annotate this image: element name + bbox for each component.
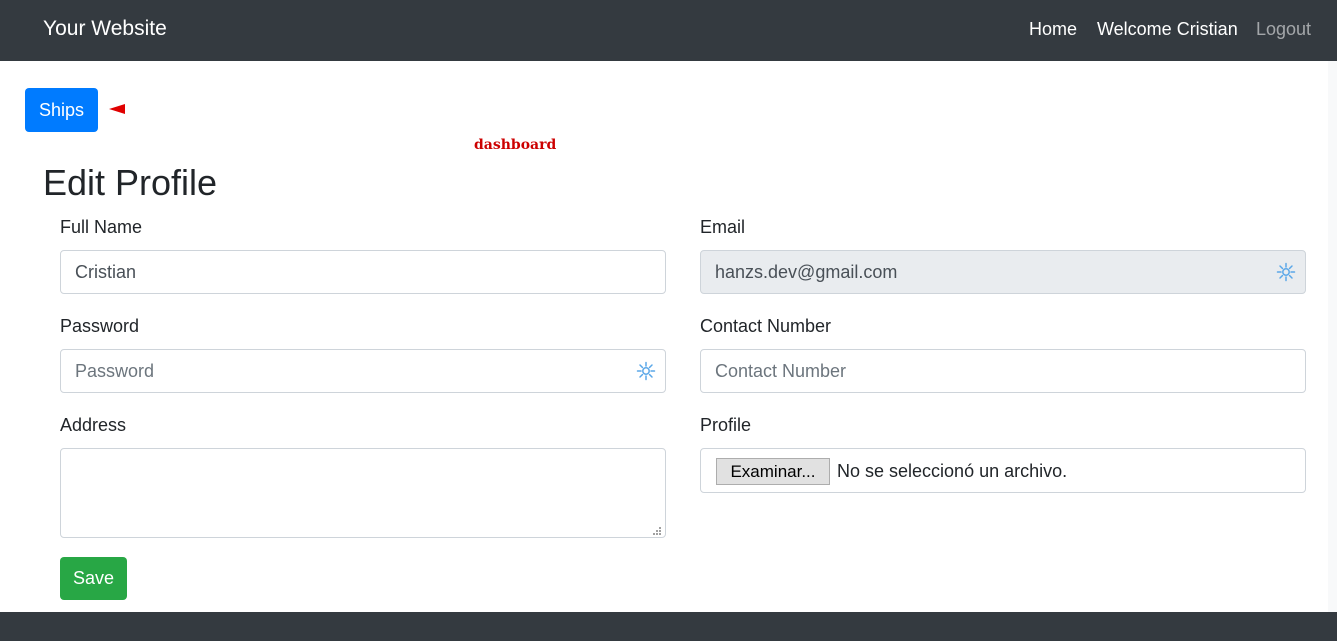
contact-number-label: Contact Number <box>700 316 832 336</box>
email-input[interactable] <box>700 250 1306 294</box>
email-label: Email <box>700 217 746 237</box>
full-name-label: Full Name <box>60 217 143 237</box>
browse-file-button[interactable]: Examinar... <box>716 458 830 485</box>
dashboard-annotation: dashboard <box>474 137 557 153</box>
nav-logout-link[interactable]: Logout <box>1256 19 1311 40</box>
brand-link[interactable]: Your Website <box>43 17 167 41</box>
nav-welcome-link[interactable]: Welcome Cristian <box>1097 19 1238 40</box>
password-label: Password <box>60 316 140 336</box>
password-input[interactable] <box>60 349 666 393</box>
red-arrow-marker-icon <box>109 104 125 114</box>
password-manager-icon[interactable] <box>636 361 656 381</box>
ships-button[interactable]: Ships <box>25 88 98 132</box>
nav-home-link[interactable]: Home <box>1029 19 1077 40</box>
top-navbar: Your Website Home Welcome Cristian Logou… <box>0 0 1337 61</box>
footer-bar <box>0 612 1337 641</box>
password-manager-icon[interactable] <box>1276 262 1296 282</box>
contact-number-input[interactable] <box>700 349 1306 393</box>
full-name-input[interactable] <box>60 250 666 294</box>
page-title: Edit Profile <box>43 162 218 203</box>
save-button[interactable]: Save <box>60 557 127 600</box>
profile-label: Profile <box>700 415 752 435</box>
address-textarea[interactable] <box>60 448 666 538</box>
resize-handle-icon[interactable] <box>650 524 662 536</box>
profile-file-input[interactable]: Examinar... No se seleccionó un archivo. <box>700 448 1306 493</box>
address-label: Address <box>60 415 127 435</box>
page-scrollbar[interactable] <box>1328 61 1337 612</box>
file-status-text: No se seleccionó un archivo. <box>837 461 1068 481</box>
